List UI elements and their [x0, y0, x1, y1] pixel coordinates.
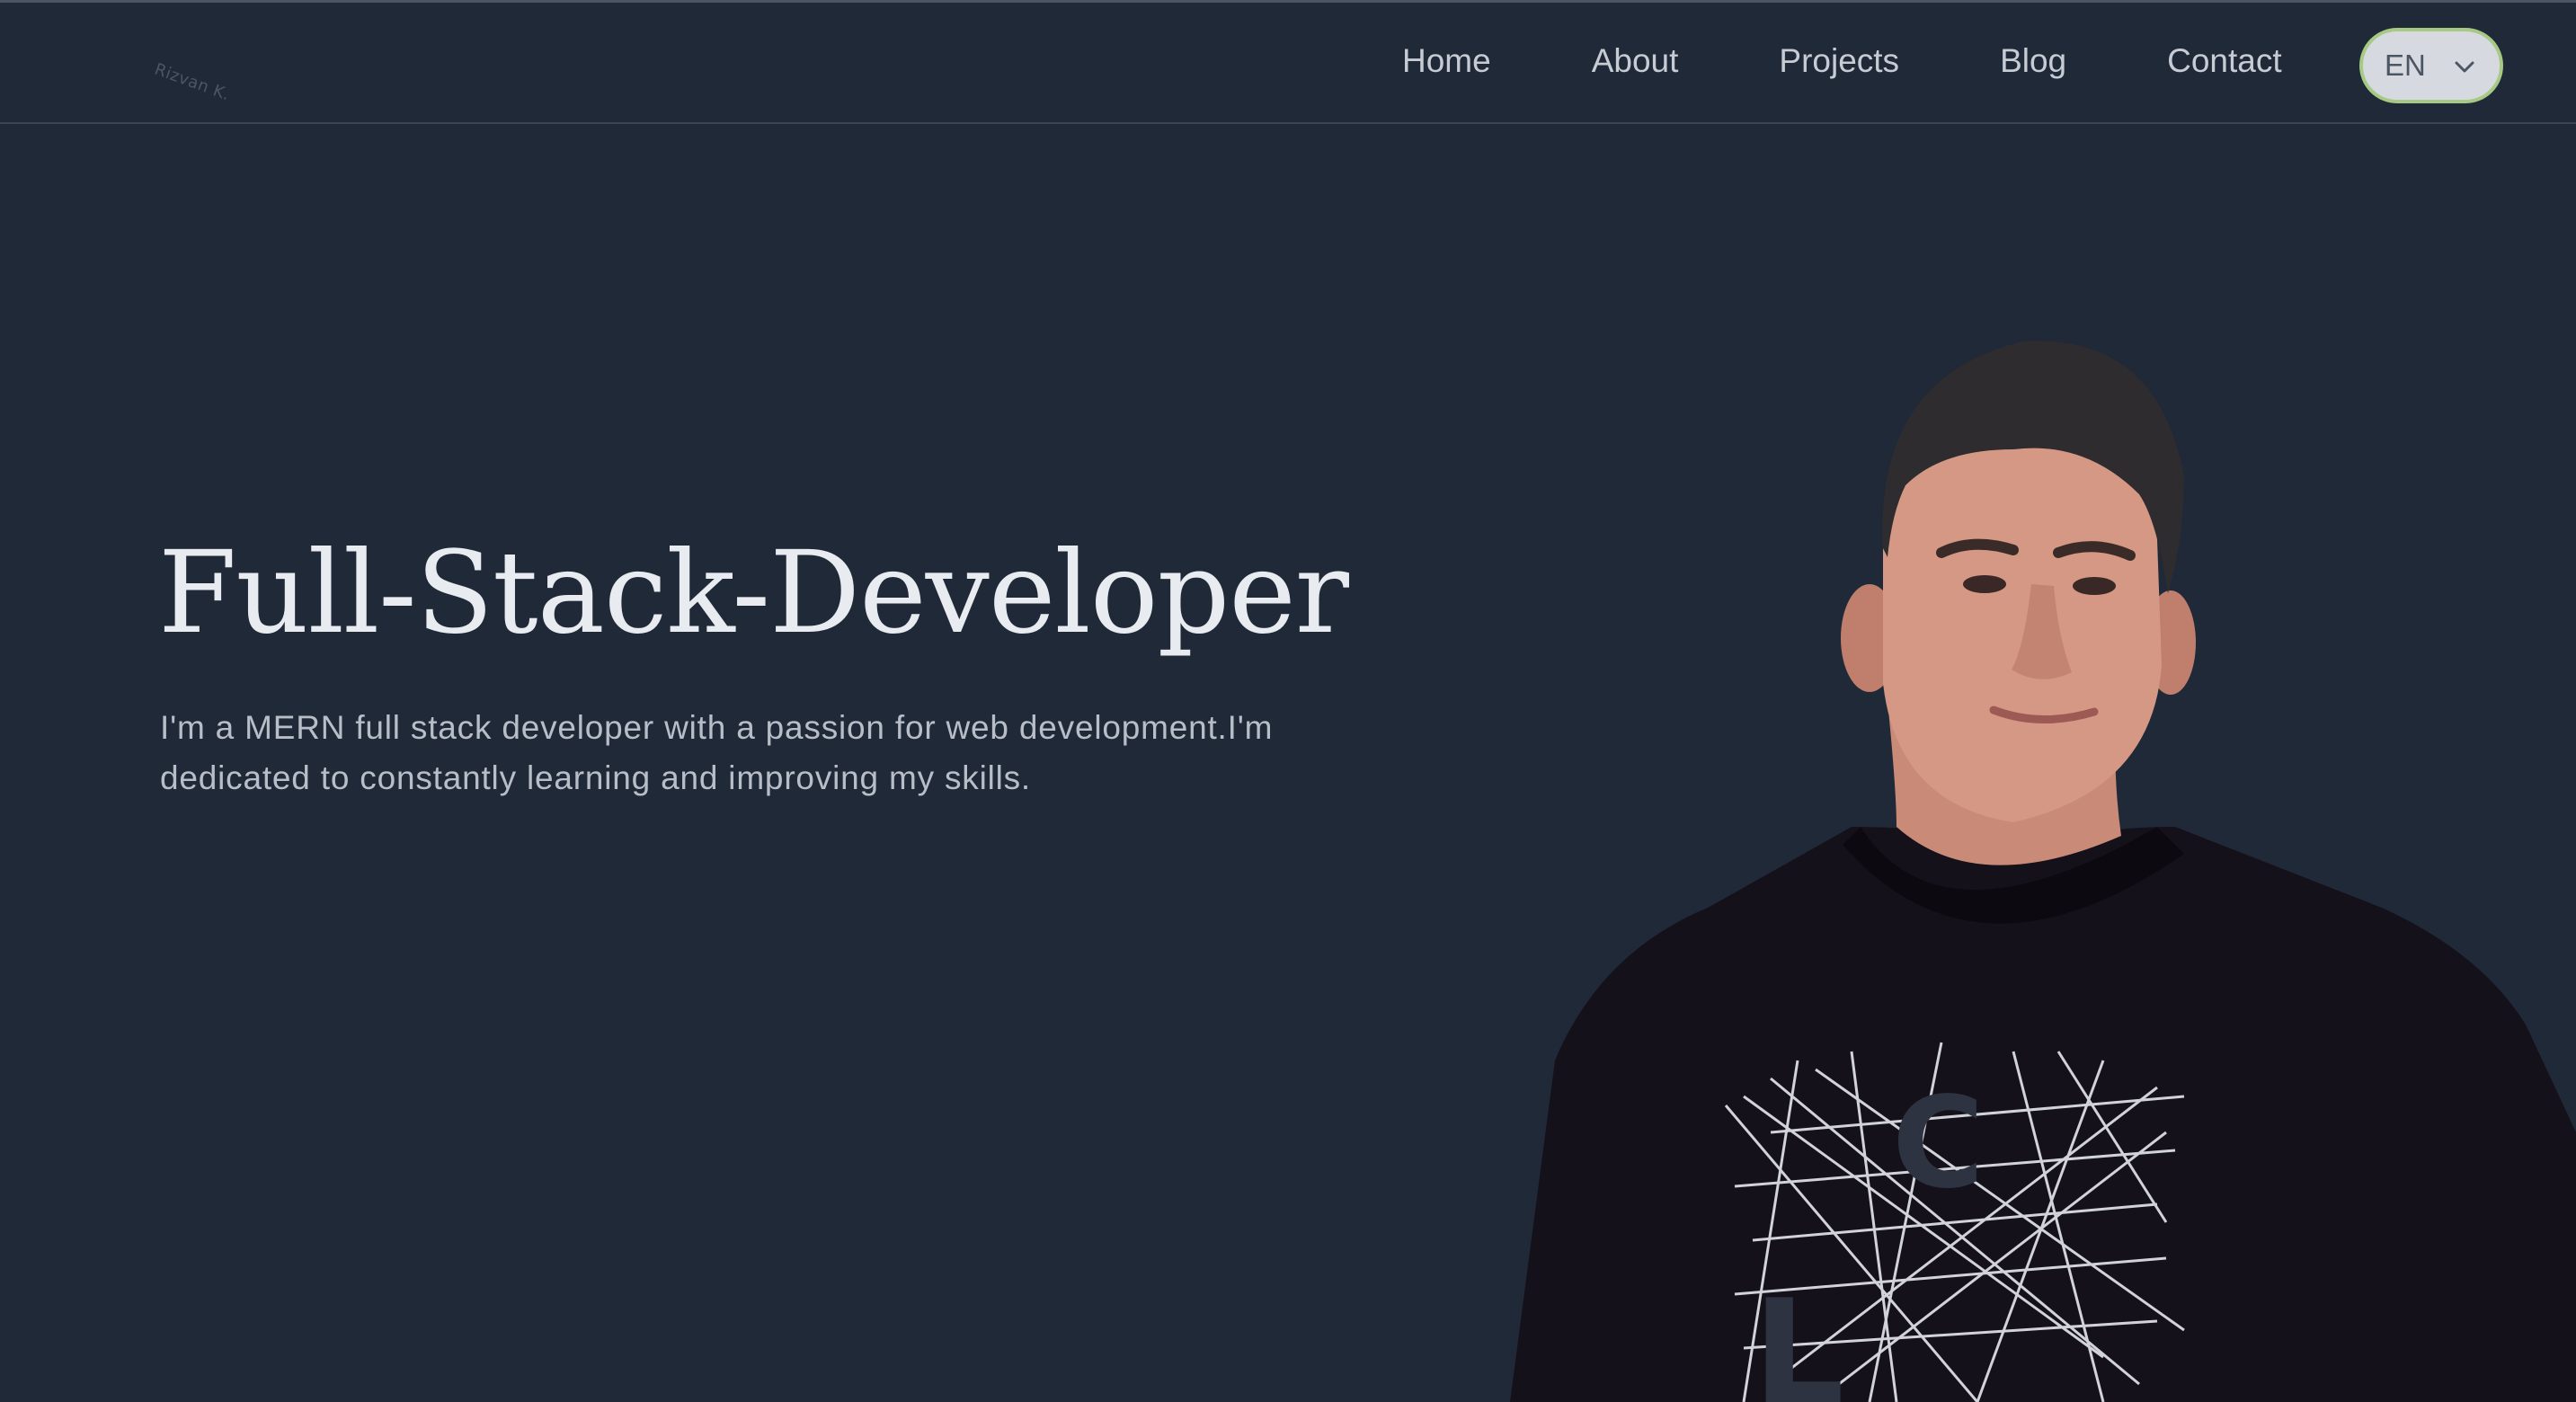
hero-title: Full-Stack-Developer	[158, 527, 1349, 659]
chevron-down-icon	[2455, 61, 2474, 73]
shirt-letter-c: C	[1892, 1070, 1985, 1217]
left-eye	[1963, 575, 2006, 593]
page: Rizvan K. Home About Projects Blog Conta…	[0, 0, 2576, 1402]
language-select-value: EN	[2385, 49, 2426, 82]
nav-link-projects[interactable]: Projects	[1779, 39, 1899, 84]
portrait-photo: C L	[1510, 341, 2576, 1402]
nav-link-contact[interactable]: Contact	[2167, 39, 2282, 84]
main-nav: Home About Projects Blog Contact	[1402, 39, 2282, 84]
hero-description: I'm a MERN full stack developer with a p…	[160, 709, 1274, 796]
shirt-letter-l: L	[1753, 1268, 1844, 1402]
face	[1883, 422, 2162, 822]
language-select[interactable]: EN	[2359, 28, 2503, 103]
nav-link-about[interactable]: About	[1592, 39, 1679, 84]
site-header: Rizvan K. Home About Projects Blog Conta…	[0, 0, 2576, 124]
logo[interactable]: Rizvan K.	[152, 60, 233, 105]
nav-link-blog[interactable]: Blog	[2000, 39, 2066, 84]
nav-link-home[interactable]: Home	[1402, 39, 1491, 84]
right-eye	[2073, 577, 2116, 595]
